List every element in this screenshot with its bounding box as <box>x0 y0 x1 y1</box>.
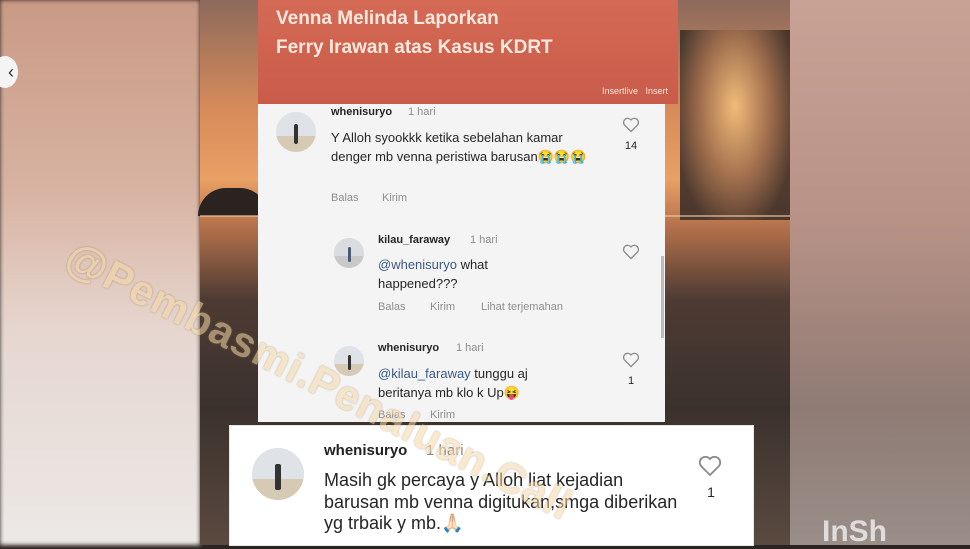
like-heart-icon[interactable] <box>622 352 640 368</box>
like-count: 14 <box>624 140 638 152</box>
comment-scrollbar[interactable] <box>661 256 664 338</box>
comment-text: Y Alloh syookkk ketika sebelahan kamar d… <box>331 130 587 164</box>
send-button[interactable]: Kirim <box>430 301 455 313</box>
like-heart-icon[interactable] <box>622 117 640 133</box>
brand-watermark: InSh <box>822 515 887 548</box>
comment-time: 1 hari <box>456 342 484 354</box>
avatar[interactable] <box>276 112 316 152</box>
like-count: 1 <box>627 375 635 387</box>
send-button[interactable]: Kirim <box>382 192 407 204</box>
background-right <box>790 0 970 545</box>
comment-text: @whenisuryo what happened??? <box>378 255 548 293</box>
comment-time: 1 hari <box>470 234 498 246</box>
news-title-line-1: Venna Melinda Laporkan <box>276 8 499 29</box>
banner-tag-insertlive: Insertlive <box>601 86 638 96</box>
banner-tags: Insertlive Insert <box>602 86 668 96</box>
comment-mention[interactable]: @kilau_faraway <box>378 366 471 381</box>
comment-username[interactable]: whenisuryo <box>331 106 392 118</box>
comment-time: 1 hari <box>408 106 436 118</box>
background-cloud <box>680 30 790 220</box>
like-heart-icon[interactable] <box>622 244 640 260</box>
comment-username[interactable]: whenisuryo <box>378 342 439 354</box>
avatar[interactable] <box>252 448 304 500</box>
news-title: Venna Melinda Laporkan Ferry Irawan atas… <box>276 4 636 62</box>
news-title-line-2: Ferry Irawan atas Kasus KDRT <box>276 37 553 58</box>
comment-username[interactable]: kilau_faraway <box>378 234 450 246</box>
avatar[interactable] <box>334 238 364 268</box>
banner-tag-insert: Insert <box>645 86 668 96</box>
comment-text: @kilau_faraway tunggu aj beritanya mb kl… <box>378 364 568 402</box>
reply-button[interactable]: Balas <box>378 301 406 313</box>
reply-button[interactable]: Balas <box>331 192 359 204</box>
comment-mention[interactable]: @whenisuryo <box>378 257 457 272</box>
like-count: 1 <box>707 484 715 500</box>
translate-link[interactable]: Lihat terjemahan <box>481 301 563 313</box>
like-heart-icon[interactable] <box>698 455 722 477</box>
news-banner: Venna Melinda Laporkan Ferry Irawan atas… <box>258 0 678 104</box>
